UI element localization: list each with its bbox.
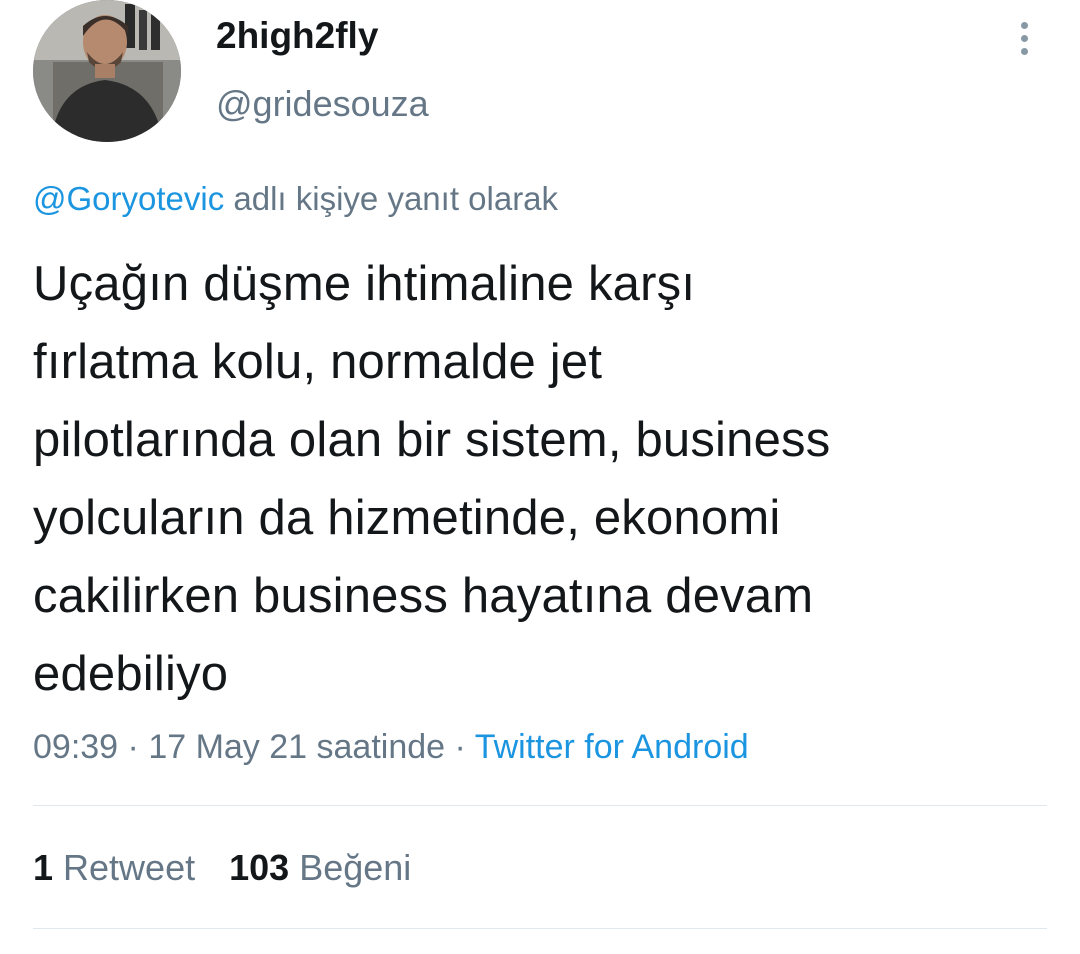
meta-separator: · — [118, 728, 149, 766]
retweets-count: 1 — [33, 847, 54, 888]
tweet-text-line: yolcuların da hizmetinde, ekonomi — [33, 491, 781, 545]
divider — [33, 928, 1047, 929]
likes-label: Beğeni — [289, 847, 412, 888]
profile-photo-icon — [33, 0, 181, 142]
tweet-text: Uçağın düşme ihtimaline karşı fırlatma k… — [33, 245, 1043, 713]
retweets-label: Retweet — [53, 847, 196, 888]
tweet-time: 09:39 — [33, 728, 119, 766]
retweets-stat[interactable]: 1 Retweet — [33, 847, 195, 888]
tweet-source-link[interactable]: Twitter for Android — [475, 728, 749, 766]
tweet-meta: 09:39 · 17 May 21 saatinde · Twitter for… — [33, 725, 749, 769]
tweet-text-line: pilotlarında olan bir sistem, business — [33, 413, 831, 467]
user-handle[interactable]: @gridesouza — [216, 82, 429, 126]
tweet-date: 17 May 21 saatinde — [148, 728, 446, 766]
tweet-text-line: fırlatma kolu, normalde jet — [33, 335, 603, 389]
divider — [33, 805, 1047, 806]
more-vertical-icon — [1020, 21, 1028, 29]
tweet-text-line: cakilirken business hayatına devam — [33, 569, 814, 623]
engagement-stats: 1 Retweet 103 Beğeni — [33, 846, 411, 890]
more-vertical-icon-dot — [1020, 34, 1028, 42]
tweet-text-line: Uçağın düşme ihtimaline karşı — [33, 257, 696, 311]
reply-context: @Goryotevic adlı kişiye yanıt olarak — [33, 177, 558, 221]
likes-count: 103 — [229, 847, 290, 888]
likes-stat[interactable]: 103 Beğeni — [229, 847, 411, 888]
more-options-button[interactable] — [1008, 16, 1040, 60]
tweet-text-line: edebiliyo — [33, 647, 229, 701]
reply-mention-link[interactable]: @Goryotevic — [33, 180, 224, 217]
meta-separator: · — [445, 728, 475, 766]
avatar[interactable] — [33, 0, 181, 142]
reply-context-text: adlı kişiye yanıt olarak — [224, 180, 559, 217]
display-name[interactable]: 2high2fly — [216, 14, 378, 58]
more-vertical-icon-dot — [1020, 47, 1028, 55]
